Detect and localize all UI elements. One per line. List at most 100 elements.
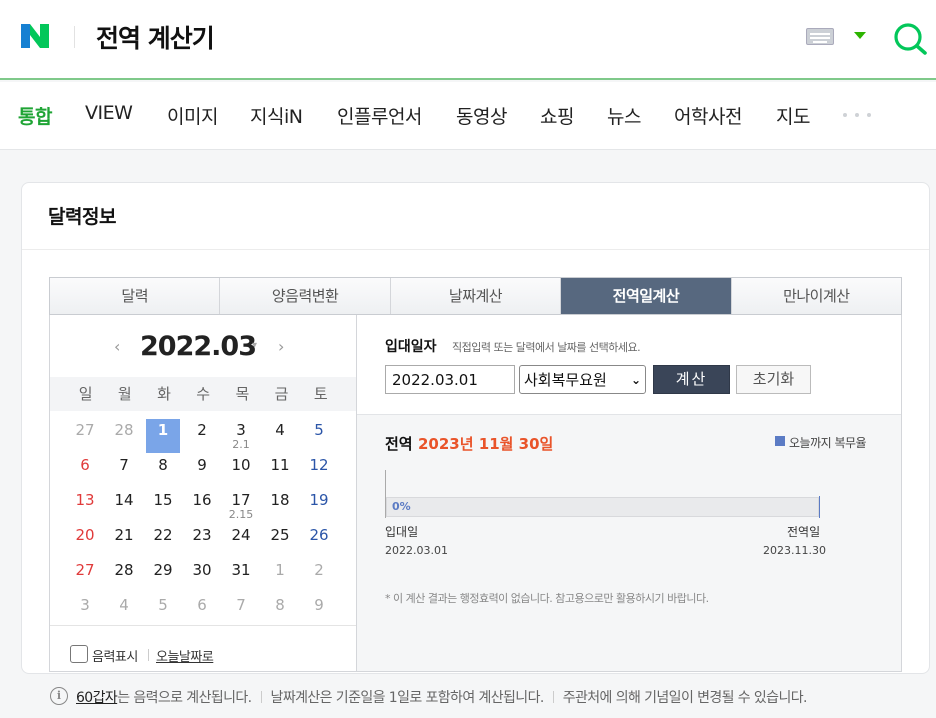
info-text: 주관처에 의해 기념일이 변경될 수 있습니다. [562, 690, 808, 706]
calendar-day[interactable]: 6 [185, 596, 219, 614]
reset-button[interactable]: 초기화 [736, 365, 811, 394]
naver-logo-icon[interactable] [19, 22, 51, 50]
calendar-day[interactable]: 20 [68, 526, 102, 544]
tab-dictionary[interactable]: 어학사전 [674, 102, 742, 129]
calendar-day[interactable]: 7 [224, 596, 258, 614]
calendar-day[interactable]: 9 [302, 596, 336, 614]
calendar-day[interactable]: 27 [68, 561, 102, 579]
calendar-day[interactable]: 2 [302, 561, 336, 579]
disclaimer: * 이 계산 결과는 행정효력이 없습니다. 참고용으로만 활용하시기 바랍니다… [385, 592, 709, 605]
legend-swatch [775, 436, 785, 446]
calendar-day[interactable]: 25 [263, 526, 297, 544]
search-icon[interactable] [892, 20, 928, 56]
calendar-day[interactable]: 11 [263, 456, 297, 474]
divider [148, 649, 149, 661]
calculate-button[interactable]: 계산 [653, 365, 730, 394]
lunar-display-checkbox[interactable] [70, 645, 88, 663]
calendar-day[interactable]: 3 [68, 596, 102, 614]
info-text: 날짜계산은 기준일을 1일로 포함하여 계산됩니다. [270, 690, 545, 706]
weekday-header: 일 월 화 수 목 금 토 [50, 377, 356, 411]
calendar-day[interactable]: 2 [185, 421, 219, 439]
info-notes: 60갑자는 음력으로 계산됩니다. 날짜계산은 기준일을 1일로 포함하여 계산됩… [76, 687, 807, 707]
tab-kin[interactable]: 지식iN [250, 102, 303, 129]
tab-news[interactable]: 뉴스 [607, 102, 641, 129]
tab-calendar[interactable]: 달력 [50, 278, 221, 314]
calendar-day[interactable]: 9 [185, 456, 219, 474]
divider [22, 249, 929, 250]
enlist-date-hint: 직접입력 또는 달력에서 날짜를 선택하세요. [452, 341, 641, 354]
calendar-day[interactable]: 7 [107, 456, 141, 474]
enlist-date-input[interactable] [385, 365, 515, 394]
enlist-date-label: 입대일자 [385, 339, 437, 355]
calendar-day[interactable]: 22 [146, 526, 180, 544]
calendar-day[interactable]: 26 [302, 526, 336, 544]
month-dropdown-icon[interactable]: ▾ [252, 340, 257, 351]
today-link[interactable]: 오늘날짜로 [156, 646, 214, 665]
lunar-display-label[interactable]: 음력표시 [92, 646, 138, 665]
calendar-day[interactable]: 21 [107, 526, 141, 544]
calendar-day[interactable]: 23 [185, 526, 219, 544]
calendar-day[interactable]: 17 [224, 491, 258, 509]
progress-text: 0% [392, 500, 411, 513]
calendar-day[interactable]: 8 [146, 456, 180, 474]
more-icon[interactable] [843, 113, 871, 117]
tab-influencer[interactable]: 인플루언서 [337, 102, 422, 129]
calendar-day[interactable]: 4 [263, 421, 297, 439]
calendar-day[interactable]: 27 [68, 421, 102, 439]
month-label[interactable]: 2022.03 [140, 331, 257, 362]
start-label: 입대일 [385, 525, 419, 539]
calendar-day[interactable]: 24 [224, 526, 258, 544]
service-type-value: 사회복무요원 [524, 371, 607, 389]
weekday-label: 화 [157, 385, 171, 403]
prev-month-icon[interactable]: ‹ [114, 337, 120, 356]
calendar-day[interactable]: 19 [302, 491, 336, 509]
calendar-day[interactable]: 5 [146, 596, 180, 614]
chevron-down-icon[interactable] [854, 32, 866, 39]
legend-label: 오늘까지 복무율 [789, 436, 867, 450]
calendar-day[interactable]: 5 [302, 421, 336, 439]
tab-map[interactable]: 지도 [776, 102, 810, 129]
calendar-day[interactable]: 10 [224, 456, 258, 474]
discharge-label: 전역 [385, 435, 413, 453]
top-bar: 전역 계산기 [0, 0, 936, 80]
tab-shopping[interactable]: 쇼핑 [540, 102, 574, 129]
logo-divider [74, 26, 75, 48]
calendar-day[interactable]: 28 [107, 421, 141, 439]
tab-age-calc[interactable]: 만나이계산 [732, 278, 901, 314]
progress-end-tick [819, 496, 820, 518]
calendar-day[interactable]: 13 [68, 491, 102, 509]
service-type-select[interactable]: 사회복무요원 ⌄ [519, 365, 646, 394]
calendar-day[interactable]: 8 [263, 596, 297, 614]
tab-lunar-convert[interactable]: 양음력변환 [220, 278, 391, 314]
sexagenary-link[interactable]: 60갑자 [76, 690, 118, 706]
next-month-icon[interactable]: › [278, 337, 284, 356]
calendar-day[interactable]: 29 [146, 561, 180, 579]
service-progress-bar: 0% [386, 497, 819, 517]
calendar-day[interactable]: 18 [263, 491, 297, 509]
input-section: 입대일자 직접입력 또는 달력에서 날짜를 선택하세요. 사회복무요원 ⌄ 계산… [357, 315, 901, 414]
tab-date-calc[interactable]: 날짜계산 [391, 278, 562, 314]
search-tab-bar: 통합 VIEW 이미지 지식iN 인플루언서 동영상 쇼핑 뉴스 어학사전 지도 [0, 82, 936, 150]
end-date: 2023.11.30 [763, 544, 826, 557]
tab-images[interactable]: 이미지 [167, 102, 218, 129]
calendar-day[interactable]: 28 [107, 561, 141, 579]
tab-discharge-calc[interactable]: 전역일계산 [561, 278, 732, 314]
calendar-day[interactable]: 15 [146, 491, 180, 509]
weekday-label: 목 [235, 385, 250, 403]
calendar-day[interactable]: 12 [302, 456, 336, 474]
tab-video[interactable]: 동영상 [456, 102, 507, 129]
calendar-day[interactable]: 3 [224, 421, 258, 439]
calendar-panel: ‹ 2022.03 ▾ › 일 월 화 수 목 금 토 27 28 1 2 3 2.1 4 5… [49, 315, 357, 672]
calendar-day[interactable]: 16 [185, 491, 219, 509]
calendar-day[interactable]: 31 [224, 561, 258, 579]
calendar-day[interactable]: 14 [107, 491, 141, 509]
calendar-day[interactable]: 30 [185, 561, 219, 579]
calendar-day[interactable]: 4 [107, 596, 141, 614]
calendar-day[interactable]: 1 [263, 561, 297, 579]
start-date: 2022.03.01 [385, 544, 448, 557]
calendar-day[interactable]: 6 [68, 456, 102, 474]
tab-all[interactable]: 통합 [18, 102, 52, 129]
calendar-day[interactable]: 1 [146, 419, 180, 453]
keyboard-icon[interactable] [806, 28, 834, 45]
tab-view[interactable]: VIEW [85, 102, 133, 124]
